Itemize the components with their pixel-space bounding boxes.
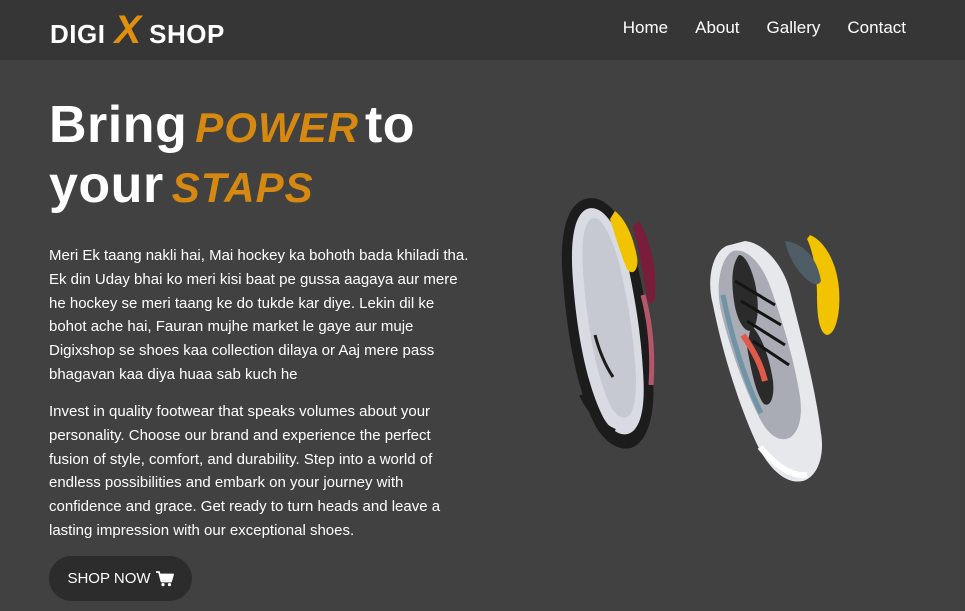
nav-link-gallery[interactable]: Gallery [767, 18, 821, 38]
brand-logo[interactable]: DIGI X SHOP [50, 8, 225, 52]
sneakers-pair-image [561, 198, 840, 482]
left-shoe [561, 198, 656, 449]
headline-word-your: your [49, 156, 164, 214]
nav-link-home[interactable]: Home [623, 18, 668, 38]
headline-accent-power: POWER [195, 104, 359, 151]
nav-link-about[interactable]: About [695, 18, 739, 38]
main-nav: Home About Gallery Contact [623, 18, 906, 38]
hero-paragraph-pitch: Invest in quality footwear that speaks v… [49, 403, 441, 539]
headline-word-bring: Bring [49, 96, 188, 154]
shopping-cart-icon [155, 570, 174, 586]
brand-logo-mark: X [114, 8, 142, 52]
brand-logo-part2: SHOP [149, 19, 225, 49]
brand-logo-part1: DIGI [50, 19, 106, 49]
shop-now-label: SHOP NOW [67, 570, 151, 587]
navbar: DIGI X SHOP Home About Gallery Contact [0, 0, 965, 60]
hero-paragraph-story: Meri Ek taang nakli hai, Mai hockey ka b… [49, 247, 469, 383]
headline-accent-staps: STAPS [171, 164, 314, 211]
headline-word-to: to [364, 96, 416, 154]
right-shoe [710, 235, 840, 482]
hero-headline: Bring POWER to your STAPS [49, 96, 415, 216]
hero-headline-line2: your STAPS [49, 156, 415, 216]
hero-headline-line1: Bring POWER to [49, 96, 415, 156]
nav-link-contact[interactable]: Contact [847, 18, 906, 38]
shop-now-button[interactable]: SHOP NOW [49, 556, 192, 601]
